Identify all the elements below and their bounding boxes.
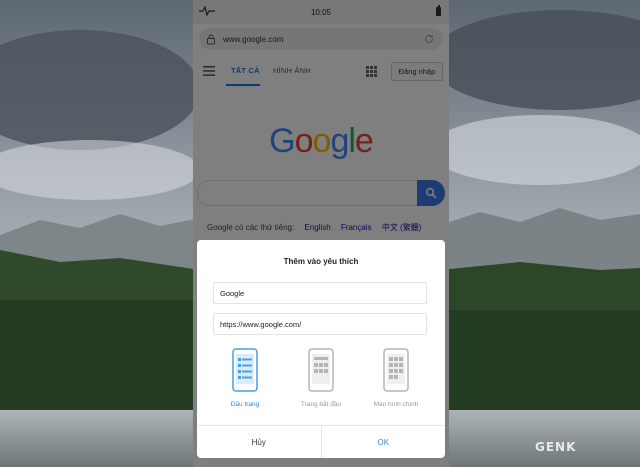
- bookmark-list-phone-icon: [232, 348, 258, 392]
- start-page-phone-icon: [308, 348, 334, 392]
- bookmark-url-field[interactable]: [213, 313, 427, 335]
- phone-screen: 10:05 www.google.com TẤT CẢ HÌNH ẢNH: [193, 0, 449, 467]
- option-start-page[interactable]: Trang bắt đầu: [286, 348, 356, 408]
- option-bookmark-label: Dấu trang: [230, 401, 260, 408]
- option-bookmark[interactable]: Dấu trang: [210, 348, 280, 408]
- genk-watermark: GENK: [535, 440, 577, 454]
- option-home-screen-label: Màn hình chính: [373, 401, 419, 408]
- dialog-actions: Hủy OK: [197, 425, 445, 458]
- option-home-screen[interactable]: Màn hình chính: [361, 348, 431, 408]
- option-start-page-label: Trang bắt đầu: [300, 401, 342, 408]
- ok-button[interactable]: OK: [322, 426, 446, 458]
- home-screen-phone-icon: [383, 348, 409, 392]
- cancel-button[interactable]: Hủy: [197, 426, 322, 458]
- add-favorite-dialog: Thêm vào yêu thích Dấu trang: [197, 240, 445, 458]
- dialog-title: Thêm vào yêu thích: [283, 257, 359, 266]
- bookmark-name-field[interactable]: [213, 282, 427, 304]
